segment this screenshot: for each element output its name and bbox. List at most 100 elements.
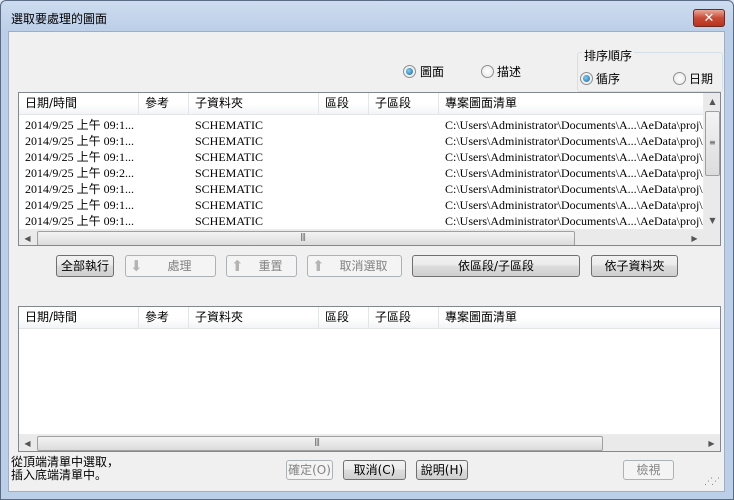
column-header-subfolder[interactable]: 子資料夾 <box>189 307 319 328</box>
cell-subfolder: SCHEMATIC <box>195 166 264 180</box>
radio-sort-order[interactable] <box>580 72 593 85</box>
grip-icon: ≡ <box>709 138 716 147</box>
cell-drawing-path: C:\Users\Administrator\Documents\A...\Ae… <box>445 182 703 196</box>
help-label: 說明(H) <box>420 463 464 477</box>
cell-subfolder: SCHEMATIC <box>195 134 264 148</box>
column-header-section[interactable]: 區段 <box>319 307 369 328</box>
instruction-line-2: 插入底端清單中。 <box>11 468 108 482</box>
cell-subfolder: SCHEMATIC <box>195 150 264 164</box>
selected-drawings-list[interactable]: 日期/時間 參考 子資料夾 區段 子區段 專案圖面清單 ◀ ||| ▶ <box>18 306 721 452</box>
view-label: 檢視 <box>636 463 661 477</box>
cancel-label: 取消(C) <box>353 463 396 477</box>
grip-icon: ||| <box>314 437 320 446</box>
reset-label: 重置 <box>258 259 283 273</box>
scroll-left-icon[interactable]: ◀ <box>19 435 36 451</box>
horizontal-scroll-thumb[interactable]: ||| <box>37 436 603 451</box>
column-header-drawing-list[interactable]: 專案圖面清單 <box>439 93 720 114</box>
arrow-up-icon: ⬆ <box>231 257 244 275</box>
cell-date: 2014/9/25 上午 09:1... <box>25 134 135 148</box>
process-label: 處理 <box>167 259 192 273</box>
cell-drawing-path: C:\Users\Administrator\Documents\A...\Ae… <box>445 150 703 164</box>
view-button[interactable]: 檢視 <box>623 460 674 480</box>
cell-drawing-path: C:\Users\Administrator\Documents\A...\Ae… <box>445 134 703 148</box>
by-subfolder-button[interactable]: 依子資料夾 <box>591 255 678 277</box>
ok-button[interactable]: 確定(O) <box>286 460 333 480</box>
cell-date: 2014/9/25 上午 09:1... <box>25 182 135 196</box>
cell-subfolder: SCHEMATIC <box>195 214 264 228</box>
column-header-drawing-list[interactable]: 專案圖面清單 <box>439 307 720 328</box>
table-row[interactable]: 2014/9/25 上午 09:1... SCHEMATIC C:\Users\Ad… <box>19 117 709 133</box>
scrollbar-corner <box>703 229 720 245</box>
cell-subfolder: SCHEMATIC <box>195 198 264 212</box>
deselect-button[interactable]: ⬆ 取消選取 <box>307 255 402 277</box>
ok-label: 確定(O) <box>288 463 331 477</box>
close-icon: ✕ <box>703 11 715 26</box>
table-row[interactable]: 2014/9/25 上午 09:1... SCHEMATIC C:\Users\Ad… <box>19 213 709 229</box>
available-drawings-list[interactable]: 日期/時間 參考 子資料夾 區段 子區段 專案圖面清單 2014/9/25 上午… <box>18 92 721 246</box>
vertical-scroll-thumb[interactable]: ≡ <box>705 111 720 176</box>
cell-date: 2014/9/25 上午 09:1... <box>25 198 135 212</box>
cell-drawing-path: C:\Users\Administrator\Documents\A...\Ae… <box>445 198 703 212</box>
cell-date: 2014/9/25 上午 09:2... <box>25 166 135 180</box>
radio-sort-date[interactable] <box>673 72 686 85</box>
radio-description[interactable] <box>481 65 494 78</box>
cancel-button[interactable]: 取消(C) <box>343 460 406 480</box>
cell-drawing-path: C:\Users\Administrator\Documents\A...\Ae… <box>445 166 703 180</box>
scroll-up-icon[interactable]: ▲ <box>704 93 720 110</box>
radio-drawing[interactable] <box>403 65 416 78</box>
table-row[interactable]: 2014/9/25 上午 09:1... SCHEMATIC C:\Users\Ad… <box>19 133 709 149</box>
radio-sort-date-label[interactable]: 日期 <box>689 70 713 87</box>
column-header-section[interactable]: 區段 <box>319 93 369 114</box>
title-bar[interactable]: 選取要處理的圖面 ✕ <box>1 1 733 31</box>
radio-sort-order-label[interactable]: 循序 <box>596 70 620 87</box>
scroll-down-icon[interactable]: ▼ <box>704 212 720 229</box>
scroll-right-icon[interactable]: ▶ <box>703 435 720 451</box>
table-row[interactable]: 2014/9/25 上午 09:2... SCHEMATIC C:\Users\Ad… <box>19 165 709 181</box>
radio-description-label[interactable]: 描述 <box>497 63 521 80</box>
top-list-vertical-scrollbar[interactable]: ▲ ≡ ▼ <box>703 93 720 229</box>
reset-button[interactable]: ⬆ 重置 <box>226 255 297 277</box>
list-header: 日期/時間 參考 子資料夾 區段 子區段 專案圖面清單 <box>19 307 720 329</box>
cell-date: 2014/9/25 上午 09:1... <box>25 150 135 164</box>
column-header-date[interactable]: 日期/時間 <box>19 93 139 114</box>
cell-date: 2014/9/25 上午 09:1... <box>25 214 135 228</box>
table-row[interactable]: 2014/9/25 上午 09:1... SCHEMATIC C:\Users\Ad… <box>19 197 709 213</box>
column-header-reference[interactable]: 參考 <box>139 307 189 328</box>
by-section-button[interactable]: 依區段/子區段 <box>412 255 580 277</box>
cell-drawing-path: C:\Users\Administrator\Documents\A...\Ae… <box>445 118 703 132</box>
cell-subfolder: SCHEMATIC <box>195 182 264 196</box>
deselect-label: 取消選取 <box>339 259 388 273</box>
scroll-right-icon[interactable]: ▶ <box>686 230 703 245</box>
window-title: 選取要處理的圖面 <box>11 12 108 26</box>
table-row[interactable]: 2014/9/25 上午 09:1... SCHEMATIC C:\Users\Ad… <box>19 149 709 165</box>
radio-drawing-label[interactable]: 圖面 <box>420 63 444 80</box>
close-button[interactable]: ✕ <box>693 9 725 27</box>
bottom-list-horizontal-scrollbar[interactable]: ◀ ||| ▶ <box>19 434 720 451</box>
scroll-left-icon[interactable]: ◀ <box>19 230 36 245</box>
top-list-horizontal-scrollbar[interactable]: ◀ ||| ▶ <box>19 229 703 245</box>
do-all-button[interactable]: 全部執行 <box>56 255 114 277</box>
list-header: 日期/時間 參考 子資料夾 區段 子區段 專案圖面清單 <box>19 93 720 115</box>
cell-date: 2014/9/25 上午 09:1... <box>25 118 135 132</box>
table-row[interactable]: 2014/9/25 上午 09:1... SCHEMATIC C:\Users\Ad… <box>19 181 709 197</box>
column-header-subsection[interactable]: 子區段 <box>369 307 439 328</box>
arrow-down-icon: ⬇ <box>130 257 143 275</box>
grip-icon: ||| <box>300 232 306 241</box>
instruction-text: 從頂端清單中選取， 插入底端清單中。 <box>11 456 119 482</box>
horizontal-scroll-thumb[interactable]: ||| <box>37 231 575 245</box>
by-section-label: 依區段/子區段 <box>457 259 535 273</box>
column-header-date[interactable]: 日期/時間 <box>19 307 139 328</box>
cell-drawing-path: C:\Users\Administrator\Documents\A...\Ae… <box>445 214 703 228</box>
process-button[interactable]: ⬇ 處理 <box>125 255 216 277</box>
column-header-subsection[interactable]: 子區段 <box>369 93 439 114</box>
cell-subfolder: SCHEMATIC <box>195 118 264 132</box>
help-button[interactable]: 說明(H) <box>416 460 468 480</box>
arrow-up-icon: ⬆ <box>312 257 325 275</box>
column-header-reference[interactable]: 參考 <box>139 93 189 114</box>
resize-grip-icon[interactable]: ⋰⋰ <box>704 477 720 487</box>
sort-order-label: 排序順序 <box>582 47 635 64</box>
column-header-subfolder[interactable]: 子資料夾 <box>189 93 319 114</box>
by-subfolder-label: 依子資料夾 <box>604 259 665 273</box>
dialog-body: 圖面 描述 排序順序 循序 日期 日期/時間 參考 子資料夾 區段 子區段 專案… <box>8 31 725 492</box>
dialog-window: 選取要處理的圖面 ✕ 圖面 描述 排序順序 循序 日期 日期/時間 參考 子資料… <box>0 0 734 500</box>
